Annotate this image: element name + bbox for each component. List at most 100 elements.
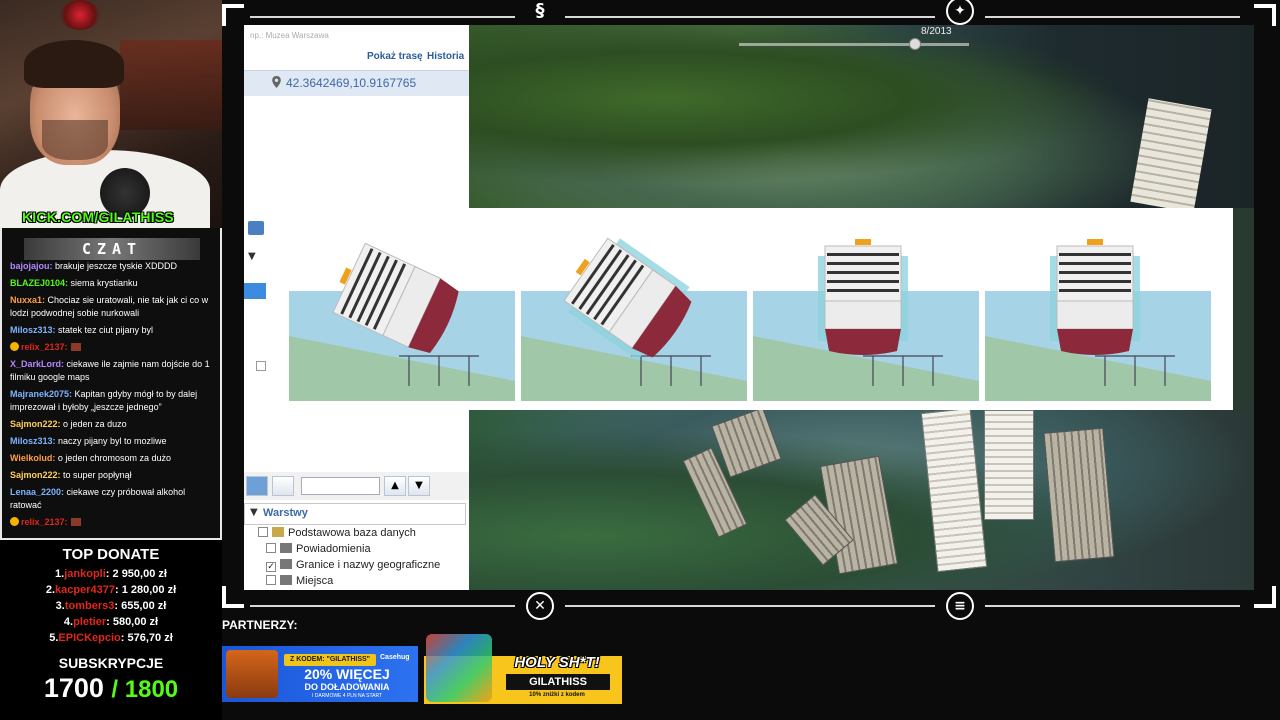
add-folder-icon[interactable]: [248, 221, 264, 235]
chat-message: Milosz313: naczy pijany byl to mozliwe: [10, 435, 216, 448]
webcam-feed: KICK.COM/GILATHISS: [0, 0, 222, 228]
layer-icon: [280, 575, 292, 585]
chat-username[interactable]: Lenaa_2200:: [10, 487, 64, 497]
deck-windows: [827, 253, 899, 256]
treasure-chest-icon: [226, 650, 278, 698]
chat-username[interactable]: Nuxxa1:: [10, 295, 45, 305]
donate-row: 1.jankopli: 2 950,00 zł: [0, 568, 222, 580]
layer-checkbox[interactable]: [258, 527, 268, 537]
chat-username[interactable]: Sajmon222:: [10, 470, 61, 480]
holy-title: HOLY SH*T!: [514, 654, 600, 671]
deck-windows: [827, 289, 899, 292]
chat-username[interactable]: Sajmon222:: [10, 419, 61, 429]
capsized-ship: [1130, 98, 1212, 213]
layer-item[interactable]: Podstawowa baza danych: [258, 527, 416, 539]
chat-message: Nuxxa1: Chociaz sie uratowali, nie tak j…: [10, 294, 216, 320]
layer-label: Powiadomienia: [296, 543, 371, 555]
deck-windows: [827, 280, 899, 283]
donate-rank: 4.: [63, 616, 74, 628]
layer-item[interactable]: ✓ Granice i nazwy geograficzne: [266, 559, 440, 572]
holy-code: GILATHISS: [506, 674, 610, 690]
layer-checkbox[interactable]: [266, 543, 276, 553]
brand-swirl-icon: §: [535, 0, 545, 21]
layer-item[interactable]: Miejsca: [266, 575, 333, 587]
donate-amount: : 580,00 zł: [106, 616, 159, 628]
donate-amount: : 576,70 zł: [120, 632, 173, 644]
background-shelf: [120, 40, 222, 130]
partners-label: PARTNERZY:: [222, 618, 298, 632]
deck-windows: [1059, 253, 1131, 256]
chat-username[interactable]: X_DarkLord:: [10, 359, 64, 369]
timeline-slider-thumb[interactable]: [909, 38, 921, 50]
chat-message: relix_2137:: [10, 341, 216, 354]
move-up-button[interactable]: ▲: [384, 476, 406, 496]
layer-label: Granice i nazwy geograficzne: [296, 559, 441, 571]
chat-title: CZAT: [81, 240, 143, 258]
satellite-image-top[interactable]: 8/2013: [469, 25, 1254, 213]
collapse-arrow-icon[interactable]: ▼: [250, 507, 258, 518]
sidebar-toolbar: ▲ ▼: [244, 472, 469, 500]
chat-username[interactable]: relix_2137:: [21, 342, 68, 352]
history-link[interactable]: Historia: [427, 51, 464, 62]
emote-icon: [10, 342, 19, 351]
chat-message: bajojajou: brakuje jeszcze tyskie XDDDD: [10, 260, 216, 273]
chat-username[interactable]: Majranek2075:: [10, 389, 72, 399]
emote-icon: [70, 518, 81, 526]
donate-name: EPICKepcio: [58, 632, 121, 644]
tree-checkbox[interactable]: [256, 361, 266, 371]
donate-name: tombers3: [64, 600, 115, 612]
layer-filter-input[interactable]: [301, 477, 380, 495]
search-hint[interactable]: np.: Muzea Warszawa: [250, 31, 329, 40]
donate-amount: : 1 280,00 zł: [114, 584, 177, 596]
donate-panel: TOP DONATE 1.jankopli: 2 950,00 zł 2.kacp…: [0, 540, 222, 720]
casehug-sub: DO DOŁADOWANIA: [304, 682, 390, 692]
chat-message: BLAZEJ0104: siema krystianku: [10, 277, 216, 290]
donate-rank: 1.: [55, 568, 65, 580]
ship-lower-hull: [1057, 329, 1133, 355]
casehug-main: 20% WIĘCEJ: [304, 666, 390, 682]
chat-text: o jeden za duzo: [60, 419, 127, 429]
casehug-banner[interactable]: Z KODEM: "GILATHISS" Casehug 20% WIĘCEJ …: [222, 646, 418, 702]
ship-hull-diagram: [818, 239, 908, 355]
show-route-link[interactable]: Pokaż trasę: [367, 51, 423, 62]
selected-row[interactable]: [244, 283, 266, 299]
layer-label: Miejsca: [296, 575, 334, 587]
subs-counter: 1700 / 1800: [0, 673, 222, 704]
satellite-image-bottom[interactable]: [469, 407, 1254, 590]
chat-username[interactable]: Milosz313:: [10, 436, 56, 446]
frame-line-top-right: [985, 16, 1240, 18]
holy-banner[interactable]: HOLY SH*T! GILATHISS 10% zniżki z kodem: [424, 634, 622, 704]
frame-line-bottom-mid: [565, 605, 935, 607]
ship-hull-diagram: [1050, 239, 1140, 355]
ship-upper-hull: [824, 300, 902, 330]
chat-username[interactable]: BLAZEJ0104:: [10, 278, 68, 288]
layers-header[interactable]: ▼ Warstwy: [244, 503, 466, 525]
chat-text: naczy pijany byl to mozliwe: [55, 436, 167, 446]
ship-hull-wreck: [920, 407, 988, 573]
deck-windows: [1059, 271, 1131, 274]
chat-panel: CZAT bajojajou: brakuje jeszcze tyskie X…: [0, 228, 222, 540]
move-down-button[interactable]: ▼: [408, 476, 430, 496]
donate-row: 2.kacper4377: 1 280,00 zł: [0, 584, 222, 596]
layer-icon: [272, 527, 284, 537]
chat-text: o jeden chromosom za dużo: [55, 453, 171, 463]
chat-username[interactable]: Milosz313:: [10, 325, 56, 335]
search-tool-button[interactable]: [246, 476, 268, 496]
timeline-label: 8/2013: [921, 26, 952, 37]
ship-upper-hull: [1056, 300, 1134, 330]
chat-message: Lenaa_2200: ciekawe czy próbował alkohol…: [10, 486, 216, 512]
chat-message: relix_2137:: [10, 516, 216, 529]
chat-username[interactable]: Wielkolud:: [10, 453, 55, 463]
chat-username[interactable]: bajojajou:: [10, 261, 53, 271]
timeline-slider-track[interactable]: [739, 43, 969, 46]
layer-checkbox[interactable]: ✓: [266, 562, 276, 572]
chat-username[interactable]: relix_2137:: [21, 517, 68, 527]
layer-checkbox[interactable]: [266, 575, 276, 585]
chat-list: bajojajou: brakuje jeszcze tyskie XDDDD B…: [10, 260, 216, 533]
top-donate-title: TOP DONATE: [62, 546, 160, 563]
ship-funnel: [855, 239, 871, 245]
search-result[interactable]: 42.3642469,10.9167765: [244, 70, 469, 96]
panel-toggle-button[interactable]: [272, 476, 294, 496]
layer-item[interactable]: Powiadomienia: [266, 543, 371, 555]
expand-arrow-icon[interactable]: ▼: [248, 251, 256, 262]
